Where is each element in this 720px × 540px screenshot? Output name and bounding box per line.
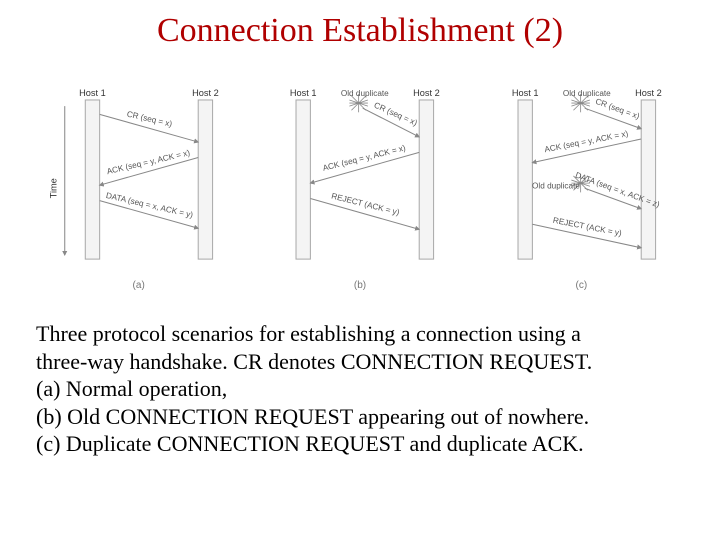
caption-block: Three protocol scenarios for establishin… [36, 320, 684, 458]
host2-label: Host 2 [635, 88, 662, 98]
host1-label: Host 1 [79, 88, 106, 98]
msg-b1: CR (seq = x) [373, 101, 419, 128]
old-duplicate-label: Old duplicate [563, 89, 611, 98]
old-duplicate-label: Old duplicate [341, 89, 389, 98]
diagram-a: Host 1 Host 2 Time CR (seq = x) ACK (seq… [36, 78, 241, 278]
msg-a1: CR (seq = x) [126, 110, 173, 129]
caption-line: three-way handshake. CR denotes CONNECTI… [36, 348, 684, 376]
caption-line: Three protocol scenarios for establishin… [36, 320, 684, 348]
panel-c-sub: (c) [479, 280, 684, 291]
caption-line: (c) Duplicate CONNECTION REQUEST and dup… [36, 430, 684, 458]
host2-label: Host 2 [413, 88, 440, 98]
msg-b3: REJECT (ACK = y) [331, 192, 401, 218]
panel-b-sub: (b) [257, 280, 462, 291]
old-duplicate-label-2: Old duplicate [532, 181, 580, 190]
panel-a: Host 1 Host 2 Time CR (seq = x) ACK (seq… [36, 78, 241, 298]
panel-b: Host 1 Host 2 [257, 78, 462, 298]
time-axis-label: Time [49, 178, 59, 198]
host2-label: Host 2 [192, 88, 219, 98]
caption-line: (a) Normal operation, [36, 375, 684, 403]
diagram-c: Host 1 Host 2 [479, 78, 684, 278]
panel-a-sub: (a) [36, 280, 241, 291]
slide-title: Connection Establishment (2) [0, 12, 720, 50]
diagram-b: Host 1 Host 2 [257, 78, 462, 278]
msg-c1: CR (seq = x) [594, 97, 641, 121]
host1-label: Host 1 [512, 88, 539, 98]
panel-c: Host 1 Host 2 [479, 78, 684, 298]
msg-c4: REJECT (ACK = y) [552, 216, 623, 238]
host1-label: Host 1 [290, 88, 317, 98]
caption-line: (b) Old CONNECTION REQUEST appearing out… [36, 403, 684, 431]
figure-row: Host 1 Host 2 Time CR (seq = x) ACK (seq… [36, 78, 684, 298]
